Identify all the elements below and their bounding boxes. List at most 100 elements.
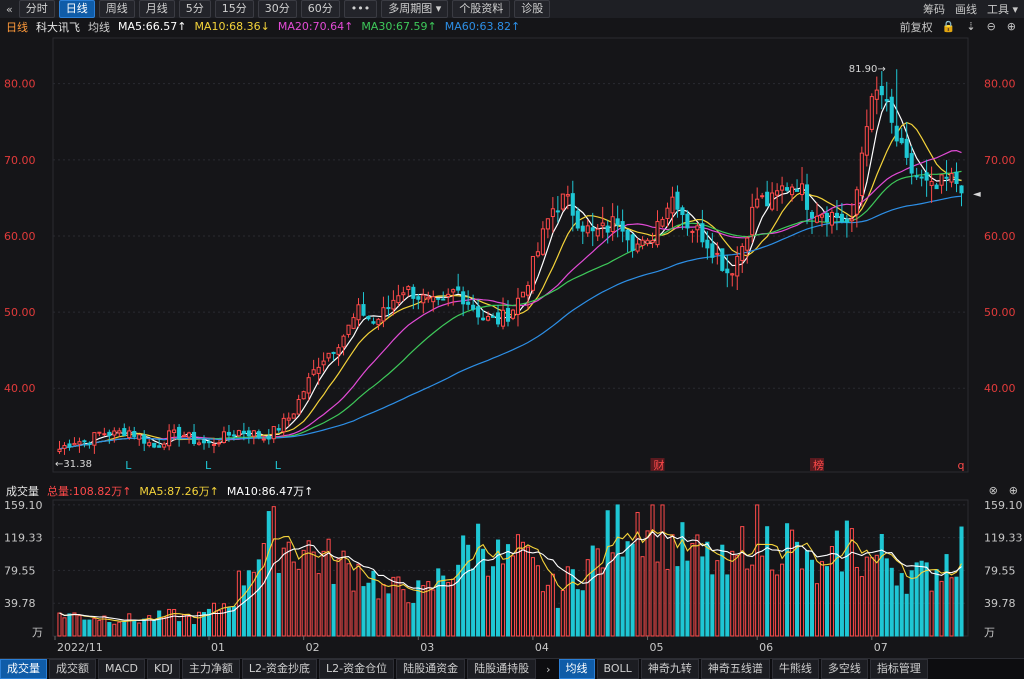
indicator-tab[interactable]: 成交额 <box>49 659 96 679</box>
volume-bar <box>261 543 266 637</box>
indicator-tab[interactable]: MACD <box>98 659 145 679</box>
event-marker: L <box>125 459 132 472</box>
volume-bar <box>864 556 869 637</box>
volume-bar <box>959 526 964 637</box>
volume-bar <box>580 590 585 637</box>
candle-body <box>700 223 705 243</box>
volume-bar <box>381 583 386 637</box>
overlay-tab[interactable]: 神奇九转 <box>640 659 699 679</box>
candle-body <box>939 174 944 186</box>
candle-body <box>182 434 187 437</box>
candle-body <box>127 430 132 439</box>
candle-body <box>117 430 122 434</box>
volume-tick-right: 119.33 <box>984 532 1023 545</box>
overlay-tab[interactable]: 神奇五线谱 <box>700 659 770 679</box>
candle-body <box>520 291 526 298</box>
current-price-marker: ◄ <box>973 189 981 200</box>
candle-body <box>600 222 605 227</box>
candle-body <box>396 295 401 304</box>
volume-tick-left: 79.55 <box>4 564 36 577</box>
volume-bar <box>625 541 630 637</box>
volume-bar <box>520 541 526 637</box>
candle-body <box>934 184 939 190</box>
candle-body <box>720 248 725 271</box>
stock-chart[interactable]: 80.00 80.00 70.00 70.00 60.00 60.00 50.00 50.00… <box>0 0 1024 678</box>
event-marker: 财 <box>654 458 665 472</box>
candle-body <box>505 307 511 322</box>
volume-bar <box>620 556 625 637</box>
add-indicator-icon[interactable]: ⊕ <box>1009 484 1018 497</box>
volume-bar <box>122 621 127 637</box>
tabs-scroll-arrow[interactable]: › <box>538 663 558 676</box>
candle-body <box>799 183 805 196</box>
volume-tick-right: 39.78 <box>984 597 1016 610</box>
volume-bar <box>670 534 675 637</box>
volume-bar <box>824 566 829 637</box>
volume-bar <box>92 618 97 637</box>
candle-body <box>246 430 251 437</box>
volume-bar <box>660 504 665 637</box>
volume-bar <box>560 590 565 637</box>
price-tick-left: 80.00 <box>4 78 36 91</box>
volume-bar <box>904 593 909 637</box>
candle-body <box>261 438 266 441</box>
candle-body <box>844 218 849 223</box>
volume-bar <box>525 546 530 637</box>
volume-bar <box>934 569 939 637</box>
candle-body <box>829 211 834 226</box>
volume-bar <box>780 563 785 637</box>
volume-bar <box>97 619 102 637</box>
volume-bar <box>819 561 825 637</box>
volume-bar <box>585 559 590 637</box>
volume-bar <box>834 530 839 637</box>
candle-body <box>819 214 825 218</box>
candle-body <box>471 304 476 310</box>
candle-body <box>695 225 700 231</box>
volume-bar <box>590 545 595 637</box>
indicator-tab[interactable]: 主力净额 <box>181 659 240 679</box>
candle-body <box>500 309 506 327</box>
candle-body <box>331 351 336 354</box>
volume-bar <box>914 562 919 637</box>
overlay-tab[interactable]: 指标管理 <box>869 659 928 679</box>
volume-bar <box>291 561 296 637</box>
volume-bar <box>954 576 959 637</box>
indicator-tab[interactable]: 成交量 <box>0 659 47 679</box>
indicator-tab[interactable]: 陆股通资金 <box>396 659 466 679</box>
indicator-tab[interactable]: 陆股通持股 <box>467 659 537 679</box>
candle-body <box>431 296 436 303</box>
candle-body <box>555 210 560 213</box>
candle-body <box>296 399 301 415</box>
overlay-tab[interactable]: BOLL <box>596 659 639 679</box>
volume-bar <box>167 608 172 637</box>
indicator-tab[interactable]: L2-资金抄底 <box>241 659 318 679</box>
candle-body <box>904 138 909 158</box>
volume-bar <box>665 568 670 637</box>
volume-bar <box>436 568 441 637</box>
indicator-tab[interactable]: KDJ <box>146 659 180 679</box>
volume-bar <box>82 619 87 637</box>
overlay-tab[interactable]: 牛熊线 <box>771 659 819 679</box>
candles <box>57 69 964 455</box>
close-indicator-icon[interactable]: ⊗ <box>989 484 998 497</box>
volume-bar <box>216 609 222 637</box>
indicator-tab[interactable]: L2-资金仓位 <box>319 659 395 679</box>
candle-body <box>286 417 291 421</box>
candle-body <box>595 228 600 237</box>
overlay-tab[interactable]: 均线 <box>558 659 595 679</box>
volume-bar <box>675 566 680 637</box>
candle-body <box>849 218 854 222</box>
volume-bar <box>909 570 914 637</box>
overlay-tab[interactable]: 多空线 <box>820 659 868 679</box>
candle-body <box>92 432 97 446</box>
candle-body <box>785 187 790 191</box>
volume-bar <box>406 602 411 637</box>
x-tick-label: 06 <box>759 641 773 654</box>
candle-body <box>276 428 281 431</box>
volume-legend: 成交量 总量:108.82万↑ MA5:87.26万↑ MA10:86.47万↑… <box>0 482 1024 499</box>
x-tick-label: 04 <box>535 641 549 654</box>
x-tick-label: 05 <box>650 641 664 654</box>
candle-body <box>371 321 376 324</box>
volume-bar <box>790 529 795 637</box>
volume-bar <box>481 548 486 637</box>
